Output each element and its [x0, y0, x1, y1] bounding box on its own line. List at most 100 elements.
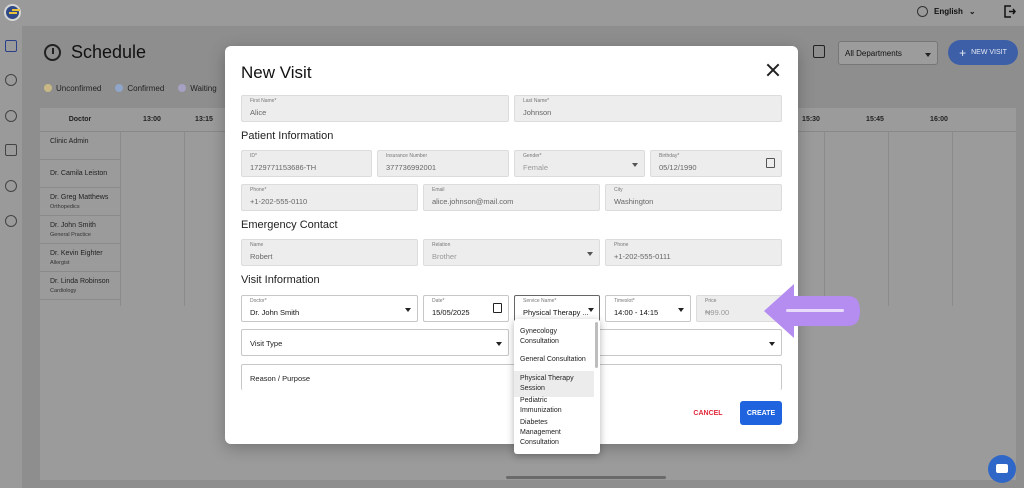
emergency-relation-select[interactable]: Relation Brother: [423, 239, 600, 266]
option-line: General Consultation: [520, 356, 586, 363]
doctor-name: Dr. Linda Robinson: [50, 278, 110, 285]
field-placeholder: Visit Type: [250, 339, 283, 348]
field-label: Name: [250, 242, 264, 248]
doctor-row: Dr. John Smith General Practice: [40, 216, 120, 244]
chevron-down-icon: [496, 342, 502, 346]
gender-select[interactable]: Gender* Female: [514, 150, 645, 177]
option-line: Management: [520, 429, 561, 436]
reports-nav-icon[interactable]: [5, 144, 17, 156]
field-value: +1-202-555-0110: [250, 197, 308, 206]
help-nav-icon[interactable]: [5, 215, 17, 227]
legend-unconfirmed: Unconfirmed: [44, 84, 101, 93]
cancel-button[interactable]: CANCEL: [688, 402, 728, 424]
option-line: Gynecology: [520, 328, 557, 335]
department-select[interactable]: All Departments: [838, 41, 938, 65]
id-field[interactable]: ID* 1729771153686-TH: [241, 150, 372, 177]
option-line: Physical Therapy: [520, 375, 574, 382]
logout-icon[interactable]: [1004, 5, 1016, 18]
email-field[interactable]: Email alice.johnson@mail.com: [423, 184, 600, 211]
page-title-text: Schedule: [71, 42, 147, 62]
field-label: Email: [432, 187, 445, 193]
dropdown-option-selected[interactable]: Physical Therapy Session: [514, 371, 594, 397]
emergency-name-field[interactable]: Name Robert: [241, 239, 418, 266]
insurance-number-field[interactable]: Insurance Number 377736992001: [377, 150, 509, 177]
service-name-select[interactable]: Service Name* Physical Therapy ...: [514, 295, 600, 322]
department-value: All Departments: [845, 49, 902, 58]
doctor-row: Dr. Greg Matthews Orthopedics: [40, 188, 120, 216]
field-value: alice.johnson@mail.com: [432, 197, 514, 206]
doctor-specialty: Orthopedics: [50, 204, 80, 210]
option-line: Consultation: [520, 338, 559, 345]
field-placeholder: Reason / Purpose: [250, 374, 311, 383]
legend-label: Waiting: [190, 84, 217, 93]
doctor-row: Clinic Admin: [40, 132, 120, 160]
schedule-nav-icon[interactable]: [5, 40, 17, 52]
new-visit-button[interactable]: + NEW VISIT: [948, 40, 1018, 65]
city-field[interactable]: City Washington: [605, 184, 782, 211]
reason-textarea[interactable]: Reason / Purpose: [241, 364, 782, 390]
field-value: Washington: [614, 197, 654, 206]
legend-dot: [44, 84, 52, 92]
doctor-row: Dr. Camila Leiston: [40, 160, 120, 188]
close-icon[interactable]: [766, 63, 780, 77]
date-field[interactable]: Date* 15/05/2025: [423, 295, 509, 322]
first-name-field[interactable]: First Name* Alice: [241, 95, 509, 122]
chevron-down-icon: [769, 342, 775, 346]
time-slot-header: 13:00: [143, 116, 161, 123]
patient-info-heading: Patient Information: [241, 130, 334, 142]
dropdown-option[interactable]: General Consultation: [514, 355, 594, 365]
new-visit-label: NEW VISIT: [971, 49, 1007, 56]
legend-dot: [178, 84, 187, 92]
field-label: Insurance Number: [386, 153, 428, 159]
birthday-field[interactable]: Birthday* 05/12/1990: [650, 150, 782, 177]
calendar-icon[interactable]: [766, 158, 775, 168]
emergency-phone-field[interactable]: Phone +1-202-555-0111: [605, 239, 782, 266]
field-label: Gender*: [523, 153, 542, 159]
doctor-row: Dr. Kevin Eighter Allergist: [40, 244, 120, 272]
user-nav-icon[interactable]: [5, 74, 17, 86]
field-value: Robert: [250, 252, 273, 261]
option-line: Consultation: [520, 439, 559, 446]
timeslot-select[interactable]: Timeslot* 14:00 - 14:15: [605, 295, 691, 322]
option-line: Immunization: [520, 407, 562, 414]
doctor-select[interactable]: Doctor* Dr. John Smith: [241, 295, 418, 322]
create-button[interactable]: CREATE: [740, 401, 782, 425]
field-label: City: [614, 187, 623, 193]
settings-nav-icon[interactable]: [5, 180, 17, 192]
last-name-field[interactable]: Last Name* Johnson: [514, 95, 782, 122]
doctor-name: Dr. Camila Leiston: [50, 170, 108, 177]
field-value: Alice: [250, 108, 267, 117]
field-label: Service Name*: [523, 298, 557, 304]
horizontal-scrollbar[interactable]: [506, 476, 666, 479]
field-label: Doctor*: [250, 298, 267, 304]
dropdown-option[interactable]: Gynecology Consultation: [514, 327, 594, 347]
field-value: +1-202-555-0111: [614, 252, 671, 261]
field-value: 15/05/2025: [432, 308, 470, 317]
doctor-name: Dr. Kevin Eighter: [50, 250, 103, 257]
service-dropdown-menu: Gynecology Consultation General Consulta…: [514, 319, 600, 454]
dropdown-option[interactable]: Pediatric Immunization: [514, 396, 594, 416]
visit-info-heading: Visit Information: [241, 274, 320, 286]
visit-type-select[interactable]: Visit Type: [241, 329, 509, 356]
pointer-arrow-icon: [764, 284, 860, 338]
doctor-name: Dr. Greg Matthews: [50, 194, 109, 201]
dropdown-option[interactable]: Diabetes Management Consultation: [514, 418, 594, 448]
calendar-icon[interactable]: [813, 45, 825, 58]
field-label: Phone: [614, 242, 629, 248]
chevron-down-icon: [925, 53, 931, 57]
chevron-down-icon: [632, 163, 638, 167]
field-value: 14:00 - 14:15: [614, 308, 659, 317]
patients-nav-icon[interactable]: [5, 110, 17, 122]
field-value: ₦99.00: [705, 308, 730, 317]
field-label: First Name*: [250, 98, 277, 104]
language-selector[interactable]: English ⌄: [917, 6, 976, 17]
doctor-row: Dr. Linda Robinson Cardiology: [40, 272, 120, 300]
calendar-icon[interactable]: [493, 303, 502, 313]
chat-bubble-icon[interactable]: [988, 455, 1016, 483]
field-value: 1729771153686-TH: [250, 163, 317, 172]
doctor-column-header: Doctor: [68, 116, 92, 123]
app-logo[interactable]: [4, 4, 21, 21]
field-value: Physical Therapy ...: [523, 308, 589, 317]
dropdown-scrollbar[interactable]: [595, 322, 598, 368]
phone-field[interactable]: Phone* +1-202-555-0110: [241, 184, 418, 211]
